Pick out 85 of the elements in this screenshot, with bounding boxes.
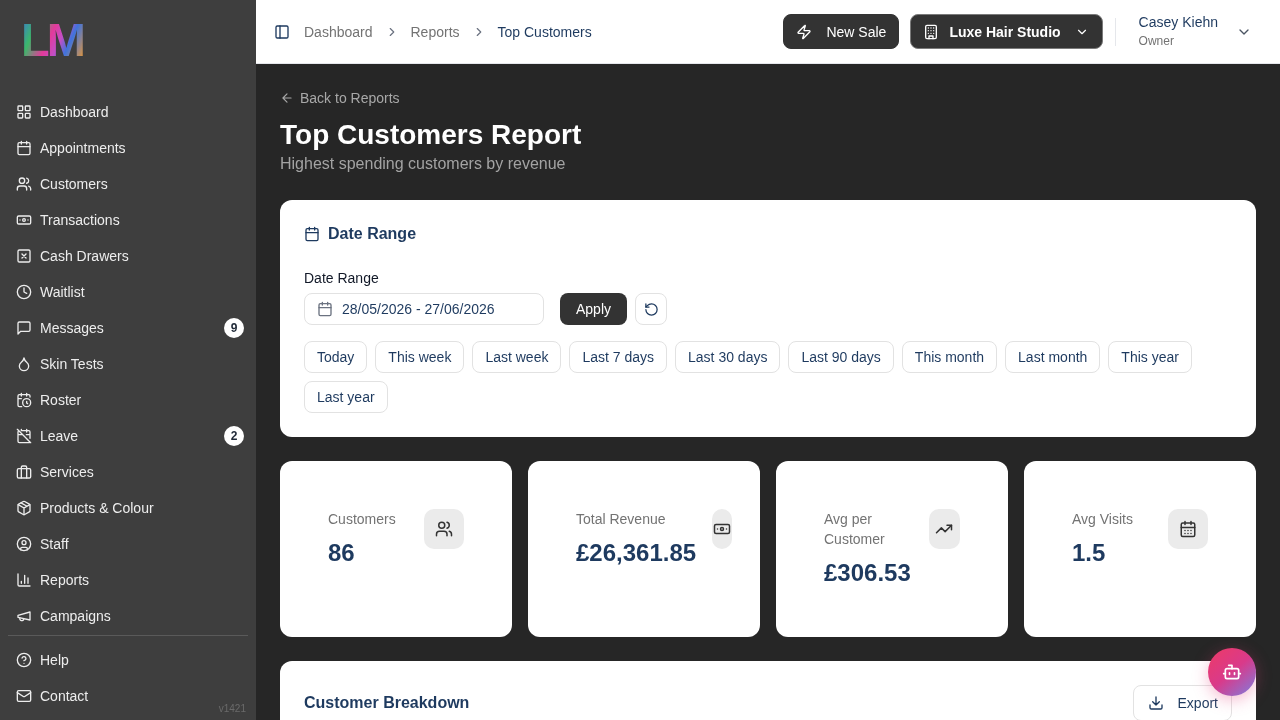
card-title: Customer Breakdown bbox=[304, 694, 470, 712]
apply-button[interactable]: Apply bbox=[560, 293, 628, 325]
stat-label: Avg per Customer bbox=[824, 510, 886, 549]
chat-bubble-icon bbox=[16, 320, 32, 336]
briefcase-icon bbox=[16, 464, 32, 480]
preset-button[interactable]: This month bbox=[901, 341, 998, 373]
card-title: Date Range bbox=[328, 225, 417, 243]
location-selector[interactable]: Luxe Hair Studio bbox=[910, 14, 1103, 49]
reset-button[interactable] bbox=[635, 293, 668, 325]
lightning-icon bbox=[796, 23, 813, 40]
calendar-icon bbox=[304, 226, 320, 242]
calendar-icon bbox=[317, 301, 333, 317]
preset-button[interactable]: Last 90 days bbox=[788, 341, 894, 373]
stat-label: Customers bbox=[328, 510, 397, 529]
breadcrumb-current-page: Top Customers bbox=[497, 23, 592, 40]
sidebar-item[interactable]: Skin Tests bbox=[8, 346, 248, 382]
chatbot-button[interactable] bbox=[1208, 648, 1256, 696]
sidebar-item[interactable]: Staff bbox=[8, 526, 248, 562]
sidebar-item[interactable]: Messages 9 bbox=[8, 310, 248, 346]
page-title: Top Customers Report bbox=[280, 118, 583, 152]
sidebar-item[interactable]: Help bbox=[8, 642, 77, 678]
calendar-icon bbox=[1168, 509, 1208, 549]
field-label: Date Range bbox=[304, 269, 379, 288]
date-range-field[interactable]: 28/05/2026 - 27/06/2026 bbox=[304, 293, 544, 325]
sidebar-item[interactable]: Dashboard bbox=[8, 94, 248, 130]
grid-icon bbox=[16, 104, 32, 120]
stat-value: £306.53 bbox=[824, 558, 912, 588]
stat-value: 1.5 bbox=[1072, 538, 1107, 568]
box-icon bbox=[16, 500, 32, 516]
preset-button[interactable]: This week bbox=[375, 341, 465, 373]
sidebar-item[interactable]: Services bbox=[8, 454, 248, 490]
droplet-icon bbox=[16, 356, 32, 372]
page-subtitle: Highest spending customers by revenue bbox=[280, 154, 567, 174]
mail-icon bbox=[16, 688, 32, 704]
sidebar-item[interactable]: Products & Colour bbox=[8, 490, 248, 526]
building-icon bbox=[923, 23, 940, 40]
sidebar-item[interactable]: Waitlist bbox=[8, 274, 248, 310]
stat-value: £26,361.85 bbox=[576, 538, 697, 568]
download-icon bbox=[1147, 695, 1164, 711]
sidebar-item[interactable]: Transactions bbox=[8, 202, 248, 238]
preset-button[interactable]: Last 7 days bbox=[569, 341, 668, 373]
refresh-icon bbox=[643, 301, 659, 317]
stat-value: 86 bbox=[328, 538, 356, 568]
sidebar-item[interactable]: Campaigns bbox=[8, 598, 248, 634]
calendar-icon bbox=[16, 140, 32, 156]
stat-label: Avg Visits bbox=[1072, 510, 1134, 529]
breadcrumb-link[interactable]: Reports bbox=[410, 23, 460, 40]
sidebar-item[interactable]: Cash Drawers bbox=[8, 238, 248, 274]
stat-label: Total Revenue bbox=[576, 510, 667, 529]
sidebar-item[interactable]: Leave 2 bbox=[8, 418, 248, 454]
preset-button[interactable]: Last year bbox=[304, 381, 388, 413]
sidebar-item[interactable]: Reports bbox=[8, 562, 248, 598]
user-name[interactable]: Casey Kiehn bbox=[1138, 14, 1218, 32]
x-square-icon bbox=[16, 248, 32, 264]
preset-button[interactable]: Last month bbox=[1005, 341, 1101, 373]
preset-button[interactable]: Last week bbox=[472, 341, 562, 373]
megaphone-icon bbox=[16, 608, 32, 624]
sidebar-item[interactable]: Appointments bbox=[8, 130, 248, 166]
preset-button[interactable]: Today bbox=[304, 341, 368, 373]
help-icon bbox=[16, 652, 32, 668]
user-circle-icon bbox=[16, 536, 32, 552]
calendar-off-icon bbox=[16, 428, 32, 444]
banknote-icon bbox=[712, 509, 733, 549]
bar-chart-icon bbox=[16, 572, 32, 588]
back-link[interactable]: Back to Reports bbox=[280, 88, 400, 108]
users-icon bbox=[16, 176, 32, 192]
users-icon bbox=[424, 509, 464, 549]
arrow-left-icon bbox=[280, 91, 294, 105]
user-role: Owner bbox=[1138, 33, 1175, 49]
count-badge: 2 bbox=[224, 426, 244, 446]
preset-button[interactable]: Last 30 days bbox=[675, 341, 781, 373]
banknote-icon bbox=[16, 212, 32, 228]
sidebar-item[interactable]: Contact bbox=[8, 678, 97, 714]
count-badge: 9 bbox=[224, 318, 244, 338]
new-sale-button[interactable]: New Sale bbox=[783, 14, 900, 49]
sidebar-item[interactable]: Customers bbox=[8, 166, 248, 202]
export-button[interactable]: Export bbox=[1132, 685, 1232, 720]
breadcrumb-link[interactable]: Dashboard bbox=[304, 23, 373, 40]
clock-icon bbox=[16, 284, 32, 300]
sidebar-item[interactable]: Roster bbox=[8, 382, 248, 418]
calendar-clock-icon bbox=[16, 392, 32, 408]
sidebar-toggle-icon[interactable] bbox=[274, 23, 290, 40]
preset-button[interactable]: This year bbox=[1108, 341, 1192, 373]
trend-up-icon bbox=[928, 509, 960, 549]
robot-icon bbox=[1222, 662, 1242, 682]
